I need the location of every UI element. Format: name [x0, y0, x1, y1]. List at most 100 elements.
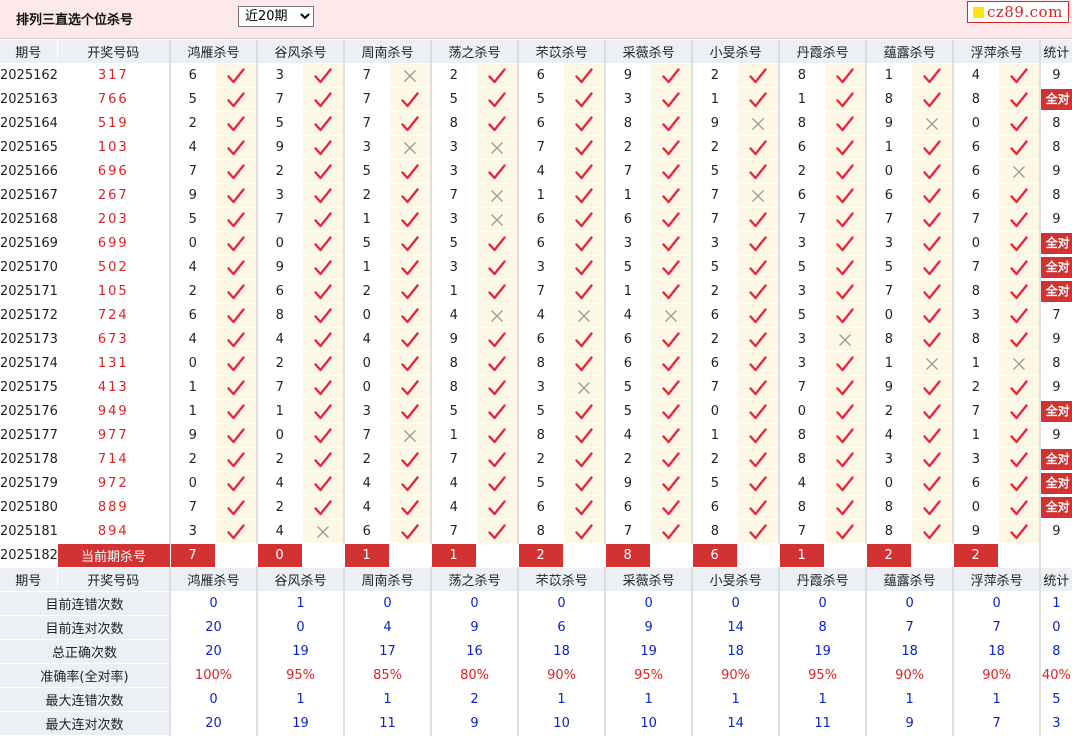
period-cell: 2025175 [0, 375, 58, 400]
kill-number-cell: 7 [517, 135, 564, 160]
summary-value: 0 [343, 591, 432, 616]
kill-number-cell: 7 [343, 63, 390, 88]
kill-number-cell: 9 [604, 471, 651, 496]
check-icon [912, 235, 953, 252]
summary-value: 18 [691, 639, 780, 664]
check-icon [303, 91, 344, 108]
check-icon [738, 91, 779, 108]
kill-number-cell: 4 [604, 303, 651, 328]
check-icon [390, 403, 431, 420]
cross-icon [390, 141, 431, 155]
cross-icon [390, 429, 431, 443]
hit-cell [302, 327, 345, 352]
cross-icon [651, 309, 692, 323]
hit-cell [911, 447, 954, 472]
hit-cell [476, 495, 519, 520]
summary-label: 准确率(全对率) [0, 663, 171, 688]
kill-number-cell: 3 [430, 159, 477, 184]
hit-cell [476, 519, 519, 544]
hit-cell [911, 255, 954, 280]
kill-number-cell: 6 [952, 159, 999, 184]
kill-number-cell: 8 [952, 327, 999, 352]
kill-number-cell: 6 [604, 495, 651, 520]
period-cell: 2025163 [0, 87, 58, 112]
all-correct-badge: 全对 [1042, 257, 1072, 278]
check-icon [825, 91, 866, 108]
check-icon [651, 163, 692, 180]
hit-cell [911, 279, 954, 304]
site-logo[interactable]: cz89.com [967, 1, 1069, 23]
kill-number-cell: 5 [343, 159, 390, 184]
check-icon [216, 283, 257, 300]
hit-cell [824, 87, 867, 112]
check-icon [738, 259, 779, 276]
stat-value: 9 [1052, 524, 1061, 539]
col-expert: 荡之杀号 [430, 567, 519, 592]
hit-cell [911, 519, 954, 544]
kill-number-cell: 6 [517, 231, 564, 256]
current-kill-blank [911, 543, 954, 568]
kill-number-cell: 2 [691, 63, 738, 88]
hit-cell [389, 447, 432, 472]
summary-value: 9 [865, 711, 954, 736]
col-expert: 芣苡杀号 [517, 40, 606, 64]
kill-number-cell: 8 [604, 111, 651, 136]
hit-cell [302, 423, 345, 448]
col-expert: 蕴露杀号 [865, 40, 954, 64]
hit-cell [998, 63, 1041, 88]
kill-number-cell: 4 [256, 519, 303, 544]
kill-number-cell: 1 [691, 87, 738, 112]
hit-cell [998, 231, 1041, 256]
check-icon [477, 331, 518, 348]
hit-cell [563, 63, 606, 88]
draw-number-cell: 696 [57, 159, 171, 184]
hit-cell [824, 111, 867, 136]
hit-cell [476, 279, 519, 304]
period-cell: 2025181 [0, 519, 58, 544]
check-icon [216, 67, 257, 84]
kill-number-cell: 1 [952, 423, 999, 448]
stat-value: 9 [1052, 164, 1061, 179]
miss-cell [737, 111, 780, 136]
kill-number-cell: 3 [343, 399, 390, 424]
hit-cell [215, 495, 258, 520]
hit-cell [824, 519, 867, 544]
logo-square-icon [973, 6, 984, 18]
kill-number-cell: 4 [604, 423, 651, 448]
hit-cell [302, 375, 345, 400]
hit-cell [215, 471, 258, 496]
col-stat: 统计 [1039, 567, 1072, 592]
check-icon [477, 379, 518, 396]
col-expert: 芣苡杀号 [517, 567, 606, 592]
check-icon [303, 115, 344, 132]
kill-number-cell: 4 [169, 327, 216, 352]
kill-number-cell: 3 [256, 63, 303, 88]
summary-value: 0 [691, 591, 780, 616]
check-icon [912, 499, 953, 516]
draw-number-cell: 413 [57, 375, 171, 400]
hit-cell [737, 495, 780, 520]
stat-cell: 9 [1039, 423, 1072, 448]
check-icon [303, 499, 344, 516]
miss-cell [563, 303, 606, 328]
check-icon [825, 475, 866, 492]
kill-number-cell: 2 [691, 447, 738, 472]
kill-number-cell: 6 [343, 519, 390, 544]
col-expert: 采薇杀号 [604, 40, 693, 64]
check-icon [564, 355, 605, 372]
kill-number-cell: 5 [865, 255, 912, 280]
check-icon [651, 187, 692, 204]
period-range-select[interactable]: 近20期 [238, 6, 314, 27]
check-icon [390, 523, 431, 540]
kill-number-cell: 0 [865, 471, 912, 496]
check-icon [390, 499, 431, 516]
kill-number-cell: 1 [343, 255, 390, 280]
kill-number-cell: 6 [691, 351, 738, 376]
check-icon [564, 163, 605, 180]
kill-number-cell: 7 [430, 447, 477, 472]
header-row: 期号 开奖号码 鸿雁杀号 谷风杀号 周南杀号 荡之杀号 芣苡杀号 采薇杀号 小旻杀号 丹霞杀号 蕴露… [0, 40, 1072, 64]
kill-number-cell: 4 [517, 303, 564, 328]
kill-number-cell: 1 [778, 87, 825, 112]
miss-cell [650, 303, 693, 328]
kill-number-cell: 7 [517, 279, 564, 304]
